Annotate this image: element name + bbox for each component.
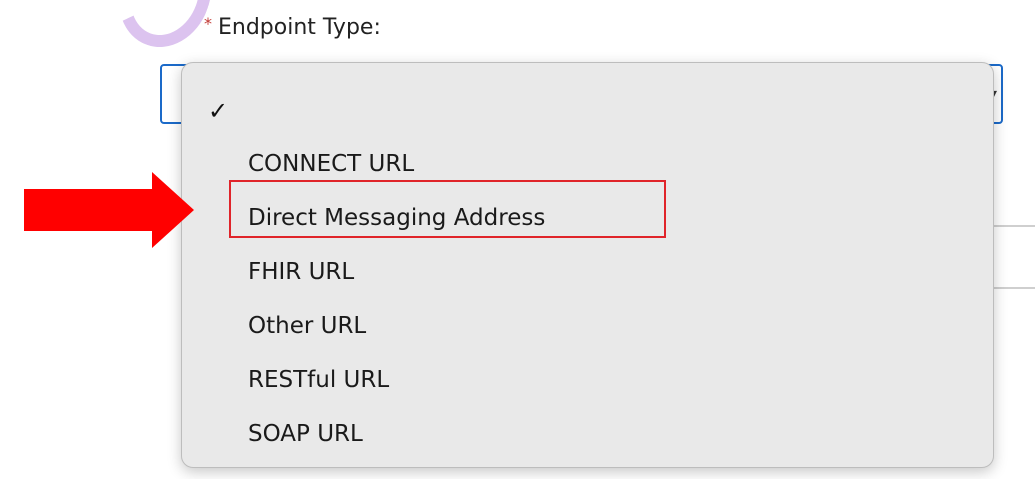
option-soap-url[interactable]: SOAP URL — [248, 420, 363, 448]
form-divider — [990, 287, 1035, 289]
option-connect-url[interactable]: CONNECT URL — [248, 150, 414, 178]
option-other-url[interactable]: Other URL — [248, 312, 366, 340]
checkmark-icon[interactable]: ✓ — [208, 97, 228, 125]
endpoint-type-label: * Endpoint Type: — [204, 14, 381, 40]
screen: *Endpoint Type: ▾ ✓ CONNECT URL Direct M… — [0, 0, 1035, 479]
form-divider — [990, 225, 1035, 227]
option-fhir-url[interactable]: FHIR URL — [248, 258, 354, 286]
endpoint-type-dropdown-menu[interactable]: ✓ CONNECT URL Direct Messaging Address F… — [181, 62, 994, 468]
required-marker: * — [204, 14, 212, 33]
red-arrow-pointer-icon — [24, 172, 194, 248]
endpoint-type-label-text: Endpoint Type: — [218, 15, 381, 40]
highlight-annotation-box — [229, 180, 666, 238]
option-restful-url[interactable]: RESTful URL — [248, 366, 389, 394]
